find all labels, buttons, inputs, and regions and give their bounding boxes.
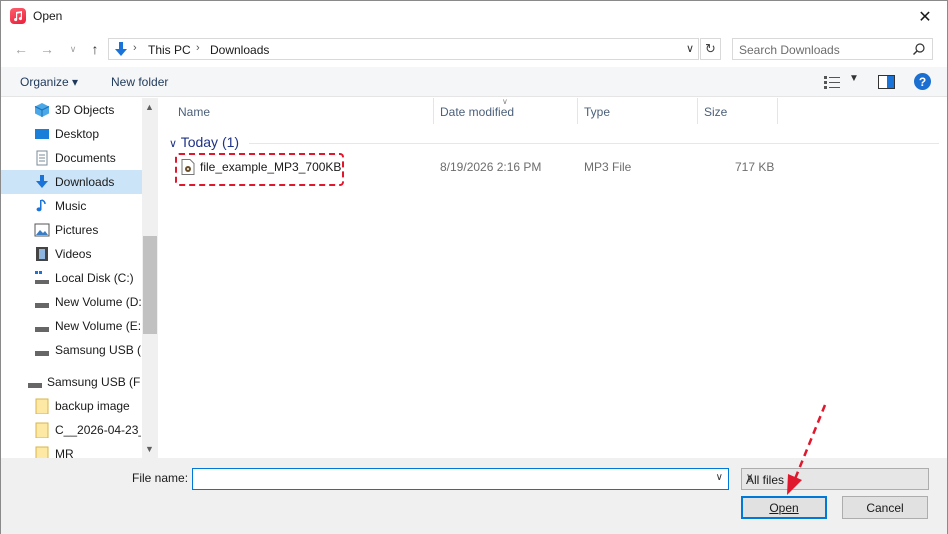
scrollbar-thumb[interactable] xyxy=(143,236,157,334)
search-icon xyxy=(913,43,925,55)
nav-item-videos[interactable]: Videos xyxy=(1,242,142,266)
view-options-icon[interactable] xyxy=(824,75,840,89)
annotation-highlight-box xyxy=(175,153,344,186)
music-app-icon xyxy=(10,8,26,24)
up-arrow-icon: ↑ xyxy=(91,41,99,57)
downloads-icon xyxy=(36,175,48,188)
folder-icon xyxy=(35,422,49,438)
group-header-today[interactable]: ∨ Today (1) xyxy=(169,134,239,150)
chevron-down-icon: ∨ xyxy=(746,472,754,483)
file-name-label: File name: xyxy=(132,471,189,485)
open-button[interactable]: Open xyxy=(741,496,827,519)
3d-objects-icon xyxy=(34,103,50,117)
scroll-down-icon[interactable]: ▼ xyxy=(145,444,154,454)
refresh-icon: ↻ xyxy=(705,41,716,56)
drive-icon xyxy=(35,327,49,332)
back-arrow-icon: ← xyxy=(14,41,28,57)
group-divider xyxy=(249,143,939,144)
nav-item-music[interactable]: Music xyxy=(1,194,142,218)
downloads-location-icon xyxy=(115,42,127,56)
close-button[interactable]: ✕ xyxy=(903,1,947,32)
nav-item-downloads[interactable]: Downloads xyxy=(1,170,142,194)
breadcrumb-separator-icon: › xyxy=(196,42,200,54)
organize-button[interactable]: Organize ▾ xyxy=(20,75,78,89)
sort-indicator-icon: ∨ xyxy=(502,97,508,106)
group-collapse-icon[interactable]: ∨ xyxy=(169,138,177,150)
desktop-icon xyxy=(35,129,49,139)
up-button[interactable]: ↑ xyxy=(86,40,104,58)
dialog-title: Open xyxy=(33,9,63,23)
new-folder-button[interactable]: New folder xyxy=(111,75,168,89)
nav-item-local-disk-c[interactable]: Local Disk (C:) xyxy=(1,266,142,290)
nav-item-mr[interactable]: MR xyxy=(1,442,142,458)
pictures-icon xyxy=(34,223,50,237)
nav-item-3d-objects[interactable]: 3D Objects xyxy=(1,98,142,122)
file-type-filter-select[interactable]: All files ∨ xyxy=(741,468,929,490)
address-bar[interactable]: › This PC › Downloads ∨ xyxy=(108,38,699,60)
back-button[interactable]: ← xyxy=(12,40,30,58)
breadcrumb-separator-icon: › xyxy=(133,42,137,54)
breadcrumb-this-pc[interactable]: This PC xyxy=(148,43,191,57)
folder-icon xyxy=(35,446,49,458)
drive-icon xyxy=(35,303,49,308)
usb-drive-icon xyxy=(35,351,49,356)
nav-item-samsung-usb-f[interactable]: Samsung USB (F xyxy=(1,338,142,362)
nav-item-new-volume-e[interactable]: New Volume (E:) xyxy=(1,314,142,338)
navigation-pane: 3D Objects Desktop Documents Downloads M… xyxy=(1,98,158,458)
file-list: Name Date modified ∨ Type Size ∨ Today (… xyxy=(159,97,947,458)
file-name-field[interactable]: ∨ xyxy=(192,468,729,490)
nav-item-new-volume-d[interactable]: New Volume (D: xyxy=(1,290,142,314)
nav-item-c-backup-folder[interactable]: C__2026-04-23_1 xyxy=(1,418,142,442)
documents-icon xyxy=(36,150,48,166)
search-box[interactable] xyxy=(732,38,933,60)
file-size: 717 KB xyxy=(735,160,775,174)
nav-pane-scrollbar[interactable]: ▲ ▼ xyxy=(142,98,158,458)
close-icon: ✕ xyxy=(918,8,932,26)
nav-item-pictures[interactable]: Pictures xyxy=(1,218,142,242)
toolbar: Organize ▾ New folder ▼ ? xyxy=(1,67,947,97)
cancel-button-label: Cancel xyxy=(866,500,904,515)
column-header-size[interactable]: Size xyxy=(698,98,778,124)
column-header-name[interactable]: Name xyxy=(172,98,434,124)
folder-icon xyxy=(35,398,49,414)
address-dropdown-icon[interactable]: ∨ xyxy=(686,42,694,55)
forward-button[interactable]: → xyxy=(38,40,56,58)
dialog-footer: File name: ∨ All files ∨ Open Cancel xyxy=(1,458,947,534)
file-type: MP3 File xyxy=(584,160,632,174)
music-icon xyxy=(36,199,46,212)
preview-pane-icon[interactable] xyxy=(878,75,895,89)
help-icon[interactable]: ? xyxy=(914,73,931,90)
recent-locations-button[interactable]: ∨ xyxy=(64,40,82,58)
breadcrumb-downloads[interactable]: Downloads xyxy=(210,43,269,57)
chevron-down-icon: ∨ xyxy=(69,43,77,54)
file-date-modified: 8/19/2026 2:16 PM xyxy=(440,160,542,174)
nav-item-desktop[interactable]: Desktop xyxy=(1,122,142,146)
nav-item-backup-image[interactable]: backup image xyxy=(1,394,142,418)
nav-item-samsung-usb-f-root[interactable]: Samsung USB (F:) xyxy=(1,370,142,394)
forward-arrow-icon: → xyxy=(40,41,54,57)
videos-icon xyxy=(36,247,48,261)
group-label: Today (1) xyxy=(180,134,240,150)
file-name-input[interactable] xyxy=(195,471,705,487)
search-input[interactable] xyxy=(739,42,909,57)
local-disk-icon xyxy=(35,271,49,284)
usb-drive-icon xyxy=(28,383,42,388)
nav-item-documents[interactable]: Documents xyxy=(1,146,142,170)
refresh-button[interactable]: ↻ xyxy=(700,38,721,60)
open-file-dialog: Open ✕ ← → ∨ ↑ › This PC › Downloads ∨ ↻… xyxy=(0,0,948,534)
title-bar: Open ✕ xyxy=(1,1,947,32)
open-button-label: Open xyxy=(769,500,799,515)
view-dropdown-icon[interactable]: ▼ xyxy=(849,73,859,84)
column-header-type[interactable]: Type xyxy=(578,98,698,124)
cancel-button[interactable]: Cancel xyxy=(842,496,928,519)
file-name-dropdown-icon[interactable]: ∨ xyxy=(716,472,723,483)
scroll-up-icon[interactable]: ▲ xyxy=(145,102,154,112)
